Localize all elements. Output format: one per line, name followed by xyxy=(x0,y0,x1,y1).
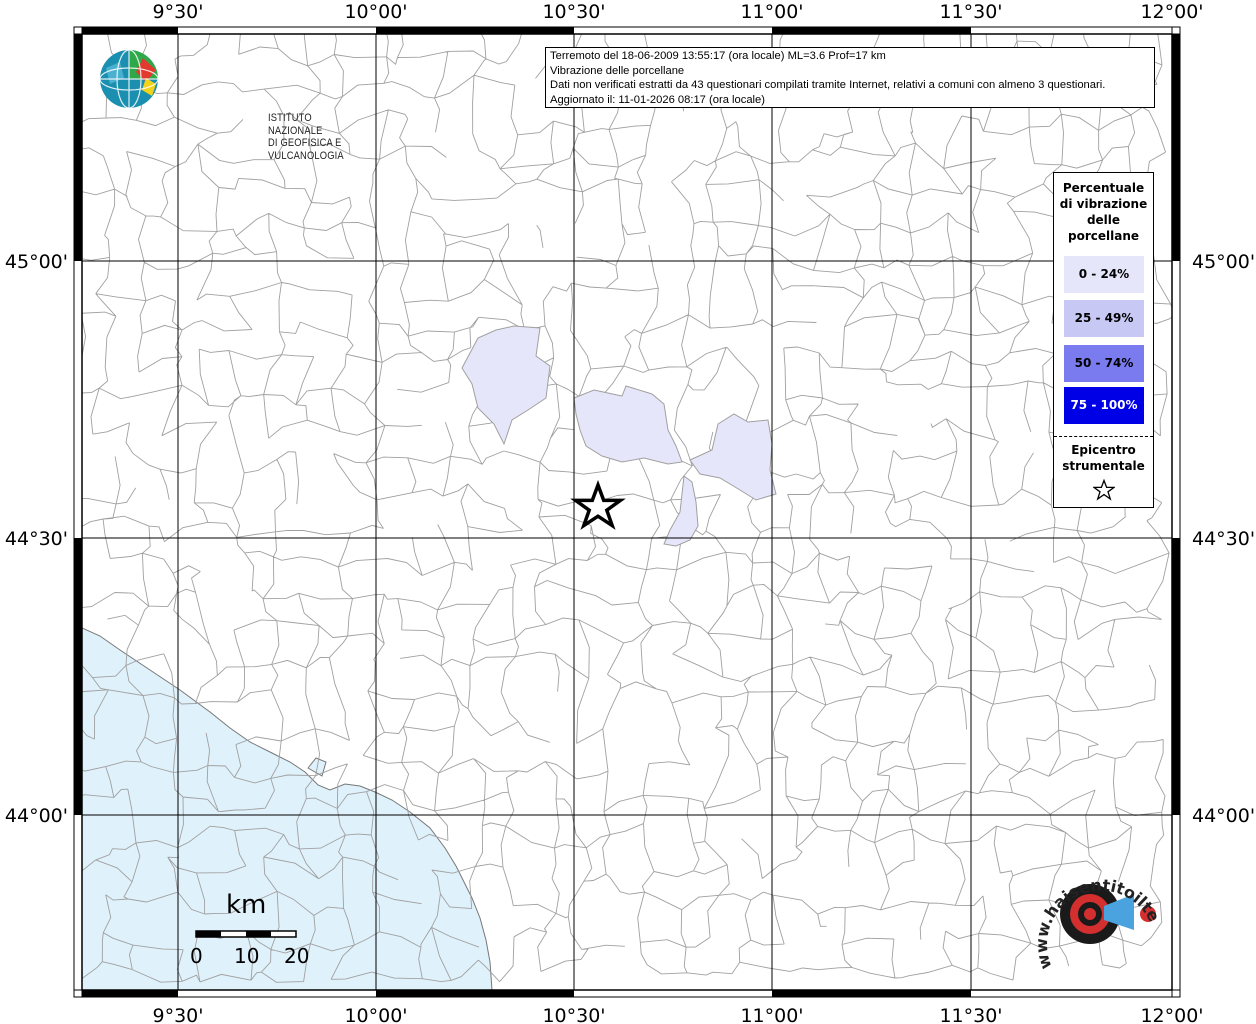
lon-tick-label-bottom: 11°00' xyxy=(740,1005,803,1024)
event-info-line: Dati non verificati estratti da 43 quest… xyxy=(550,79,1106,92)
lon-tick-label-top: 11°30' xyxy=(939,1,1002,23)
legend-class-25-49: 25 - 49% xyxy=(1064,300,1144,337)
legend-star-icon xyxy=(1093,479,1115,501)
haisentito-logo: www.haisentitoilterremoto.it xyxy=(1022,847,1170,1002)
lon-tick-label-bottom: 12°00' xyxy=(1140,1005,1203,1024)
scale-label: 10 xyxy=(234,944,260,968)
event-info-box: Terremoto del 18-06-2009 13:55:17 (ora l… xyxy=(545,47,1155,108)
lon-tick-label-bottom: 9°30' xyxy=(153,1005,204,1024)
scale-label: 20 xyxy=(284,944,310,968)
event-info-line: Aggiornato il: 11-01-2026 08:17 (ora loc… xyxy=(550,94,765,107)
legend-class-50-74: 50 - 74% xyxy=(1064,345,1144,382)
event-info-line: Vibrazione delle porcellane xyxy=(550,64,685,77)
frame-border-bottom xyxy=(82,990,971,997)
scale-bar-graphic xyxy=(195,930,297,938)
ingv-logo-line2: DI GEOFISICA E VULCANOLOGIA xyxy=(268,137,344,162)
legend-epicenter-label: Epicentro strumentale xyxy=(1054,442,1153,474)
haisentito-logo-icon: www.haisentitoilterremoto.it xyxy=(1022,847,1164,972)
lat-tick-label-left: 44°00' xyxy=(5,805,68,827)
lat-tick-label-right: 45°00' xyxy=(1192,251,1255,273)
legend: Percentuale di vibrazione delle porcella… xyxy=(1053,172,1154,508)
scale-bar: km 0 10 20 xyxy=(180,880,320,980)
lat-tick-label-left: 45°00' xyxy=(5,251,68,273)
ingv-logo: ISTITUTO NAZIONALE DI GEOFISICA E VULCAN… xyxy=(98,48,344,162)
lon-tick-label-bottom: 10°00' xyxy=(344,1005,407,1024)
frame-border-left xyxy=(74,34,82,815)
lat-tick-label-left: 44°30' xyxy=(5,528,68,550)
lon-tick-label-top: 9°30' xyxy=(153,1,204,23)
lon-tick-label-bottom: 11°30' xyxy=(939,1005,1002,1024)
legend-title-line: di vibrazione xyxy=(1059,197,1148,211)
frame-border-right xyxy=(1172,34,1180,815)
frame-border-top xyxy=(82,27,971,34)
lon-tick-label-top: 10°30' xyxy=(542,1,605,23)
ingv-logo-line1: ISTITUTO NAZIONALE xyxy=(268,112,323,137)
legend-title: Percentuale di vibrazione delle porcella… xyxy=(1054,180,1153,244)
legend-class-0-24: 0 - 24% xyxy=(1064,256,1144,293)
scale-unit: km xyxy=(226,890,267,920)
lat-tick-label-right: 44°00' xyxy=(1192,805,1255,827)
legend-title-line: Percentuale xyxy=(1062,181,1145,195)
legend-title-line: porcellane xyxy=(1067,229,1139,243)
lon-tick-label-top: 12°00' xyxy=(1140,1,1203,23)
scale-label: 0 xyxy=(190,944,203,968)
lon-tick-label-top: 10°00' xyxy=(344,1,407,23)
event-info-line: Terremoto del 18-06-2009 13:55:17 (ora l… xyxy=(550,50,886,62)
legend-epicenter-line: Epicentro xyxy=(1071,443,1136,457)
legend-epicenter-line: strumentale xyxy=(1062,459,1145,473)
globe-icon xyxy=(99,49,159,109)
lon-tick-label-bottom: 10°30' xyxy=(542,1005,605,1024)
ingv-logo-text: ISTITUTO NAZIONALE DI GEOFISICA E VULCAN… xyxy=(268,112,344,162)
lat-tick-label-right: 44°30' xyxy=(1192,528,1255,550)
legend-title-line: delle xyxy=(1086,213,1121,227)
legend-divider xyxy=(1054,436,1153,437)
lon-tick-label-top: 11°00' xyxy=(740,1,803,23)
legend-class-75-100: 75 - 100% xyxy=(1064,387,1144,424)
